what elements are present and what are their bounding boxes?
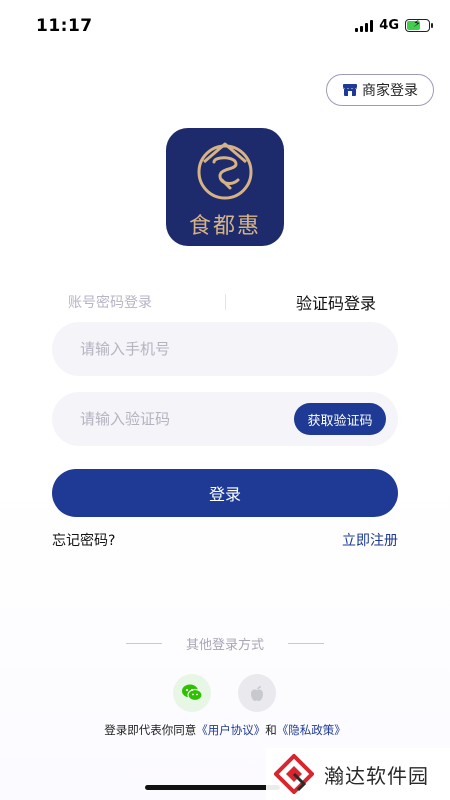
app-logo: 食都惠 bbox=[166, 128, 284, 246]
tab-code-login[interactable]: 验证码登录 bbox=[296, 290, 376, 314]
logo-emblem-icon bbox=[197, 142, 253, 200]
code-field: 获取验证码 bbox=[52, 392, 398, 446]
login-screen: 11:17 4G ⚡ 商家登录 食都惠 账号密码登录 验证码登录 请输入手机号 … bbox=[0, 0, 450, 800]
agreement-prefix: 登录即代表你同意 bbox=[104, 723, 197, 737]
shop-icon bbox=[343, 84, 357, 96]
phone-field bbox=[52, 322, 398, 376]
get-code-button[interactable]: 获取验证码 bbox=[294, 403, 386, 435]
privacy-policy-link[interactable]: 《隐私政策》 bbox=[277, 723, 346, 737]
agreement-text: 登录即代表你同意《用户协议》和《隐私政策》 bbox=[0, 722, 450, 738]
login-button[interactable]: 登录 bbox=[52, 469, 398, 517]
network-label: 4G bbox=[379, 18, 399, 33]
phone-input[interactable] bbox=[80, 322, 280, 376]
battery-icon: ⚡ bbox=[405, 17, 433, 32]
wechat-icon bbox=[182, 684, 203, 702]
tab-divider bbox=[225, 294, 226, 310]
status-time: 11:17 bbox=[36, 16, 93, 36]
status-bar: 11:17 4G ⚡ bbox=[0, 0, 450, 52]
signal-icon bbox=[355, 19, 374, 32]
login-tabs: 账号密码登录 验证码登录 bbox=[52, 290, 398, 314]
other-login-label: 其他登录方式 bbox=[185, 638, 264, 653]
divider-line-right bbox=[288, 643, 324, 644]
agreement-conjunction: 和 bbox=[265, 723, 277, 737]
user-agreement-link[interactable]: 《用户协议》 bbox=[196, 723, 265, 737]
logo-brand-name: 食都惠 bbox=[188, 214, 261, 239]
home-indicator bbox=[145, 785, 280, 790]
merchant-login-button[interactable]: 商家登录 bbox=[326, 74, 434, 106]
wechat-login-button[interactable] bbox=[173, 674, 211, 712]
forgot-password-link[interactable]: 忘记密码? bbox=[52, 530, 115, 550]
code-input[interactable] bbox=[80, 392, 280, 446]
watermark-logo-icon bbox=[274, 754, 314, 794]
register-link[interactable]: 立即注册 bbox=[342, 530, 398, 550]
status-indicators: 4G ⚡ bbox=[355, 17, 433, 33]
apple-login-button[interactable] bbox=[238, 674, 276, 712]
tab-password-login[interactable]: 账号密码登录 bbox=[68, 292, 152, 312]
apple-icon bbox=[251, 686, 263, 701]
watermark: 瀚达软件园 bbox=[266, 748, 450, 800]
watermark-text: 瀚达软件园 bbox=[324, 763, 429, 788]
other-login-section: 其他登录方式 bbox=[0, 634, 450, 654]
merchant-login-label: 商家登录 bbox=[362, 83, 418, 99]
